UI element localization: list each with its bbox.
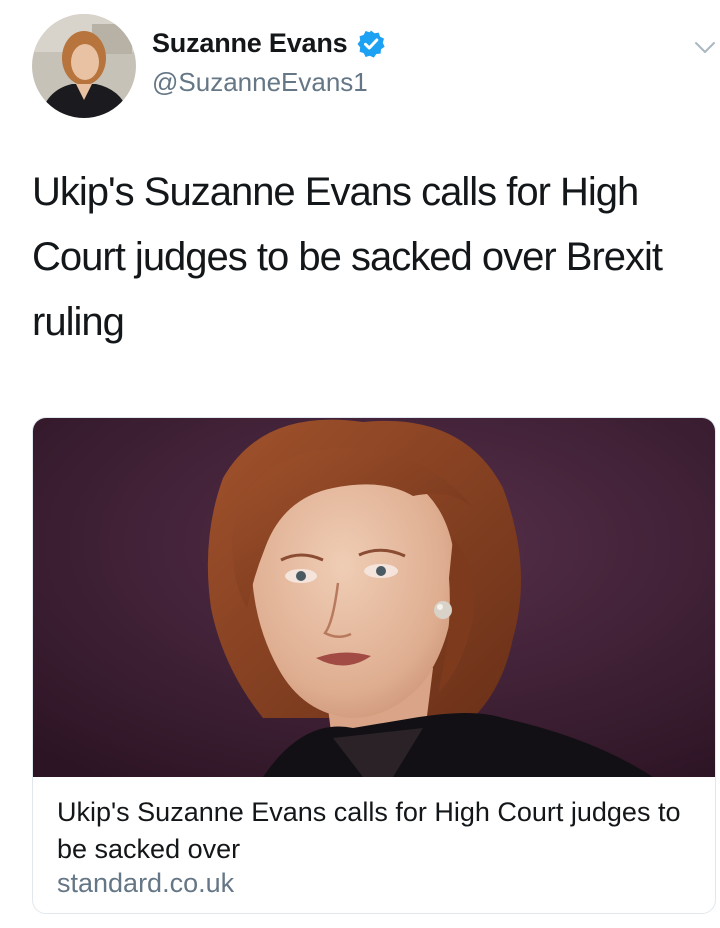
profile-photo bbox=[32, 14, 136, 118]
article-photo bbox=[33, 418, 715, 777]
tweet-text: Ukip's Suzanne Evans calls for High Cour… bbox=[32, 170, 663, 344]
user-name[interactable]: Suzanne Evans bbox=[152, 28, 386, 59]
chevron-down-icon[interactable] bbox=[694, 38, 716, 56]
card-domain[interactable]: standard.co.uk bbox=[57, 868, 234, 899]
user-handle[interactable]: @SuzanneEvans1 bbox=[152, 67, 368, 98]
verified-badge-icon bbox=[356, 29, 386, 59]
link-preview-card[interactable]: Ukip's Suzanne Evans calls for High Cour… bbox=[32, 417, 716, 914]
card-title[interactable]: Ukip's Suzanne Evans calls for High Cour… bbox=[57, 794, 697, 868]
user-display-name[interactable]: Suzanne Evans bbox=[152, 28, 348, 59]
avatar[interactable] bbox=[32, 14, 136, 118]
